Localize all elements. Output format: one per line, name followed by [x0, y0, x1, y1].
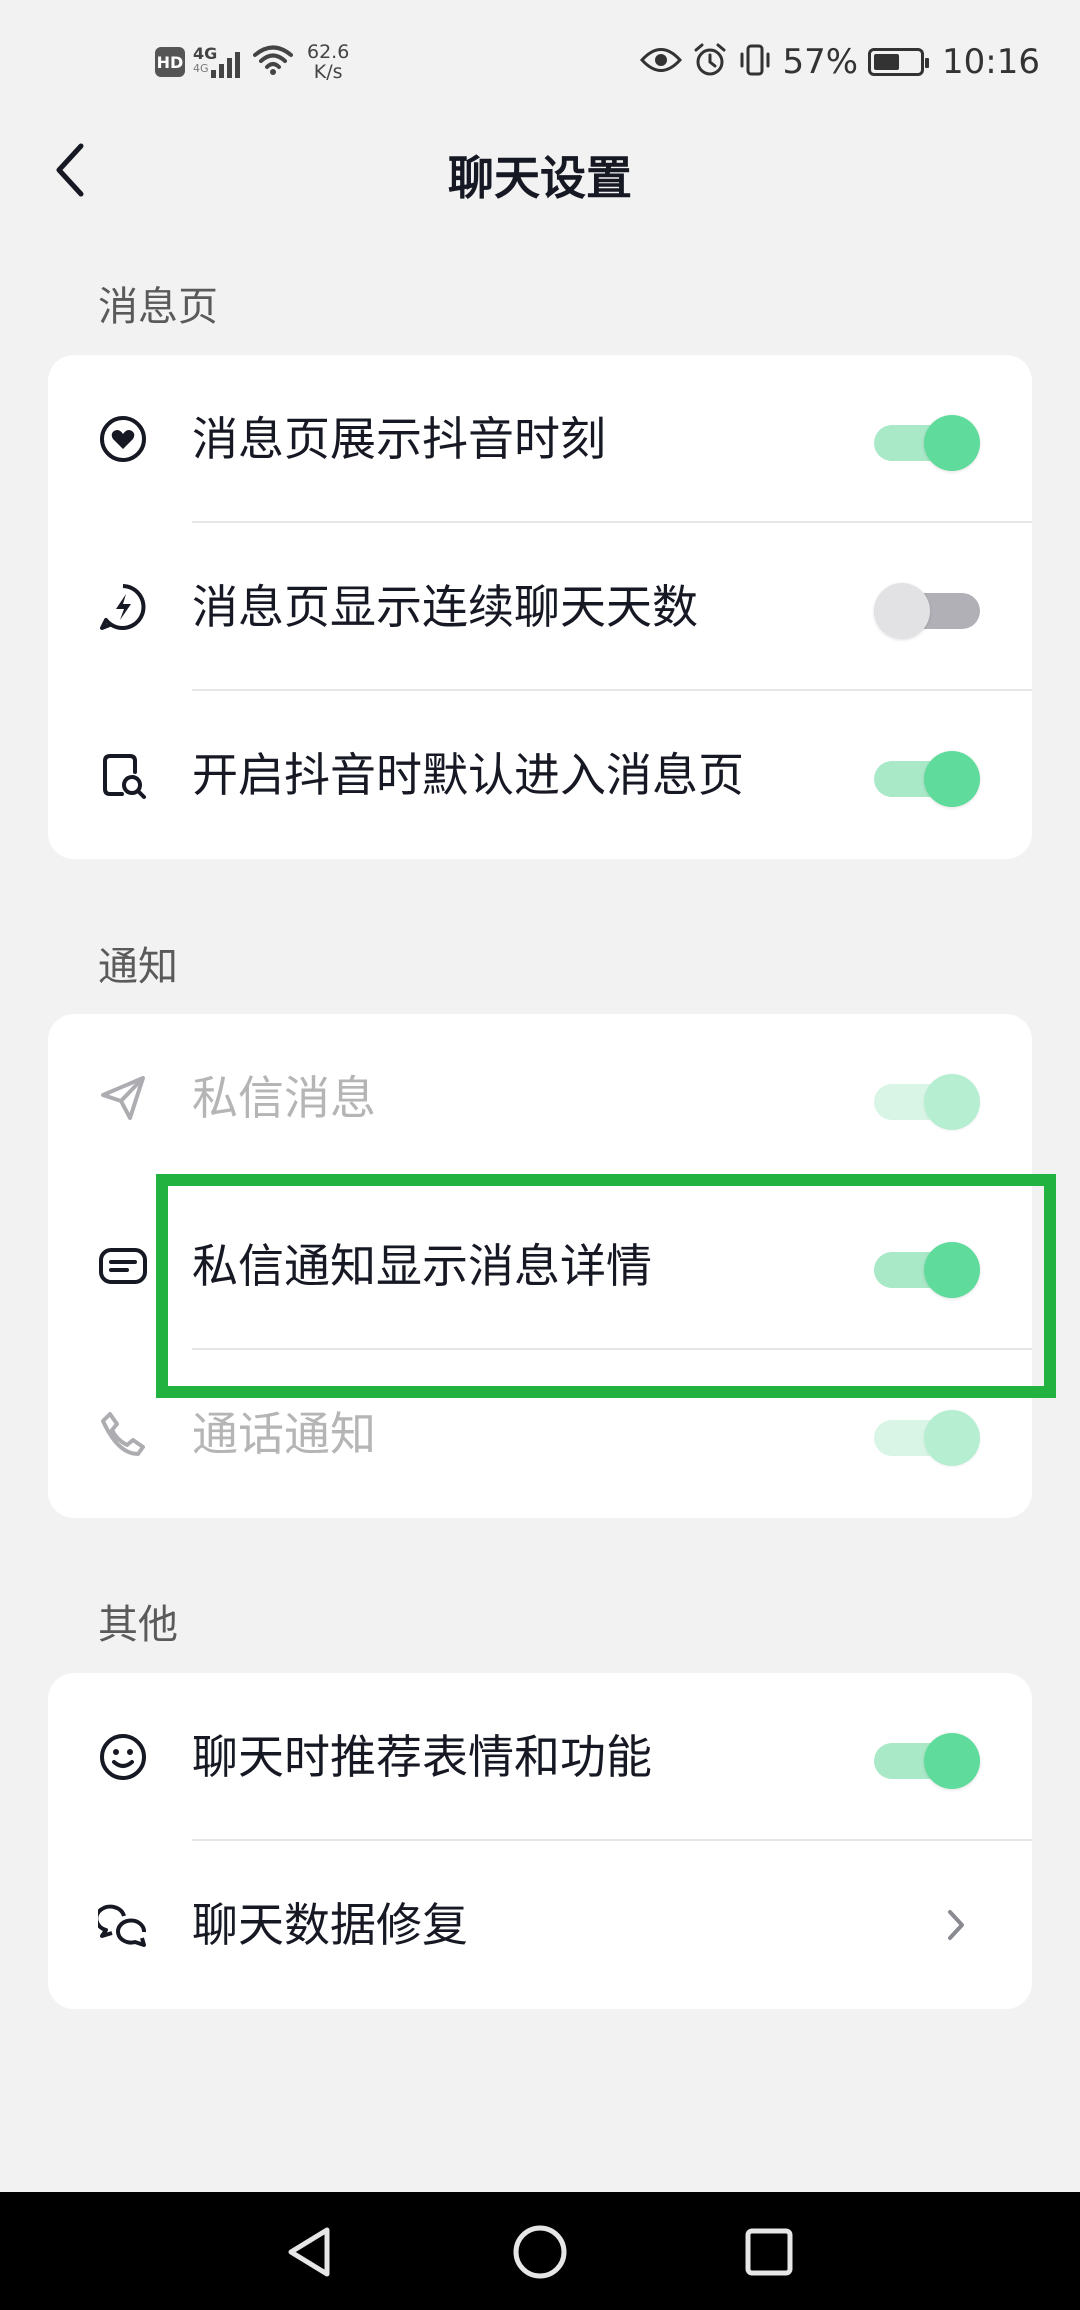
- header: 聊天设置: [0, 120, 1080, 220]
- section-label-other: 其他: [98, 1602, 178, 1648]
- circle-home-icon: [513, 2225, 567, 2279]
- cellular-signal-icon: 4G 4G: [193, 44, 245, 80]
- heart-circle-icon: [98, 414, 148, 464]
- setting-label: 消息页展示抖音时刻: [192, 412, 606, 466]
- setting-row-show-moments[interactable]: 消息页展示抖音时刻: [48, 355, 1032, 523]
- hd-badge: HD: [155, 47, 185, 77]
- lightning-bubble-icon: [98, 582, 148, 632]
- setting-row-dm-notification-details[interactable]: 私信通知显示消息详情: [48, 1182, 1032, 1350]
- setting-row-dm-messages[interactable]: 私信消息: [48, 1014, 1032, 1182]
- section-label-notifications: 通知: [98, 944, 178, 990]
- chevron-right-icon: [936, 1905, 976, 1945]
- setting-row-chat-data-repair[interactable]: 聊天数据修复: [48, 1841, 1032, 2009]
- setting-label: 开启抖音时默认进入消息页: [192, 748, 744, 802]
- chat-bubbles-icon: [98, 1900, 148, 1950]
- setting-label: 私信消息: [192, 1071, 376, 1125]
- setting-row-recommend-emoji[interactable]: 聊天时推荐表情和功能: [48, 1673, 1032, 1841]
- document-search-icon: [98, 750, 148, 800]
- eye-icon: [640, 45, 683, 79]
- toggle-switch-default-message-page[interactable]: [874, 751, 984, 807]
- smiley-icon: [98, 1732, 148, 1782]
- battery-percent: 57%: [782, 42, 859, 82]
- setting-label: 通话通知: [192, 1407, 376, 1461]
- battery-icon: [868, 48, 930, 76]
- paper-plane-icon: [98, 1073, 148, 1123]
- network-speed: 62.6 K/s: [307, 41, 350, 83]
- notifications-settings-card: 私信消息 私信通知显示消息详情 通话通知: [48, 1014, 1032, 1518]
- triangle-back-icon: [288, 2227, 330, 2277]
- status-left: HD 4G 4G 62.6 K/s: [155, 36, 349, 88]
- wifi-icon: [253, 44, 293, 80]
- status-right: 57% 10:16: [640, 36, 1040, 88]
- setting-label: 消息页显示连续聊天天数: [192, 580, 698, 634]
- nav-back-button[interactable]: [277, 2220, 341, 2284]
- other-settings-card: 聊天时推荐表情和功能 聊天数据修复: [48, 1673, 1032, 2009]
- setting-row-streak-days[interactable]: 消息页显示连续聊天天数: [48, 523, 1032, 691]
- phone-icon: [98, 1409, 148, 1459]
- square-recents-icon: [745, 2228, 793, 2276]
- messages-settings-card: 消息页展示抖音时刻 消息页显示连续聊天天数 开启抖音时默认进入消息页: [48, 355, 1032, 859]
- toggle-switch-streak-days[interactable]: [874, 583, 984, 639]
- page-title: 聊天设置: [448, 151, 632, 205]
- vibrate-icon: [738, 42, 772, 82]
- section-label-messages: 消息页: [98, 284, 218, 330]
- setting-row-call-notifications[interactable]: 通话通知: [48, 1350, 1032, 1518]
- toggle-switch-show-moments[interactable]: [874, 415, 984, 471]
- clock: 10:16: [942, 42, 1040, 82]
- setting-row-default-message-page[interactable]: 开启抖音时默认进入消息页: [48, 691, 1032, 859]
- setting-label: 私信通知显示消息详情: [192, 1239, 652, 1293]
- toggle-switch-call-notifications[interactable]: [874, 1410, 984, 1466]
- message-card-icon: [98, 1241, 148, 1291]
- setting-label: 聊天数据修复: [192, 1898, 468, 1952]
- toggle-switch-dm-notification-details[interactable]: [874, 1242, 984, 1298]
- alarm-icon: [692, 42, 728, 82]
- system-nav-bar: [0, 2192, 1080, 2310]
- status-bar: HD 4G 4G 62.6 K/s 57% 10:16: [0, 0, 1080, 120]
- setting-label: 聊天时推荐表情和功能: [192, 1730, 652, 1784]
- toggle-switch-recommend-emoji[interactable]: [874, 1733, 984, 1789]
- nav-recents-button[interactable]: [737, 2220, 801, 2284]
- nav-home-button[interactable]: [508, 2220, 572, 2284]
- toggle-switch-dm-messages[interactable]: [874, 1074, 984, 1130]
